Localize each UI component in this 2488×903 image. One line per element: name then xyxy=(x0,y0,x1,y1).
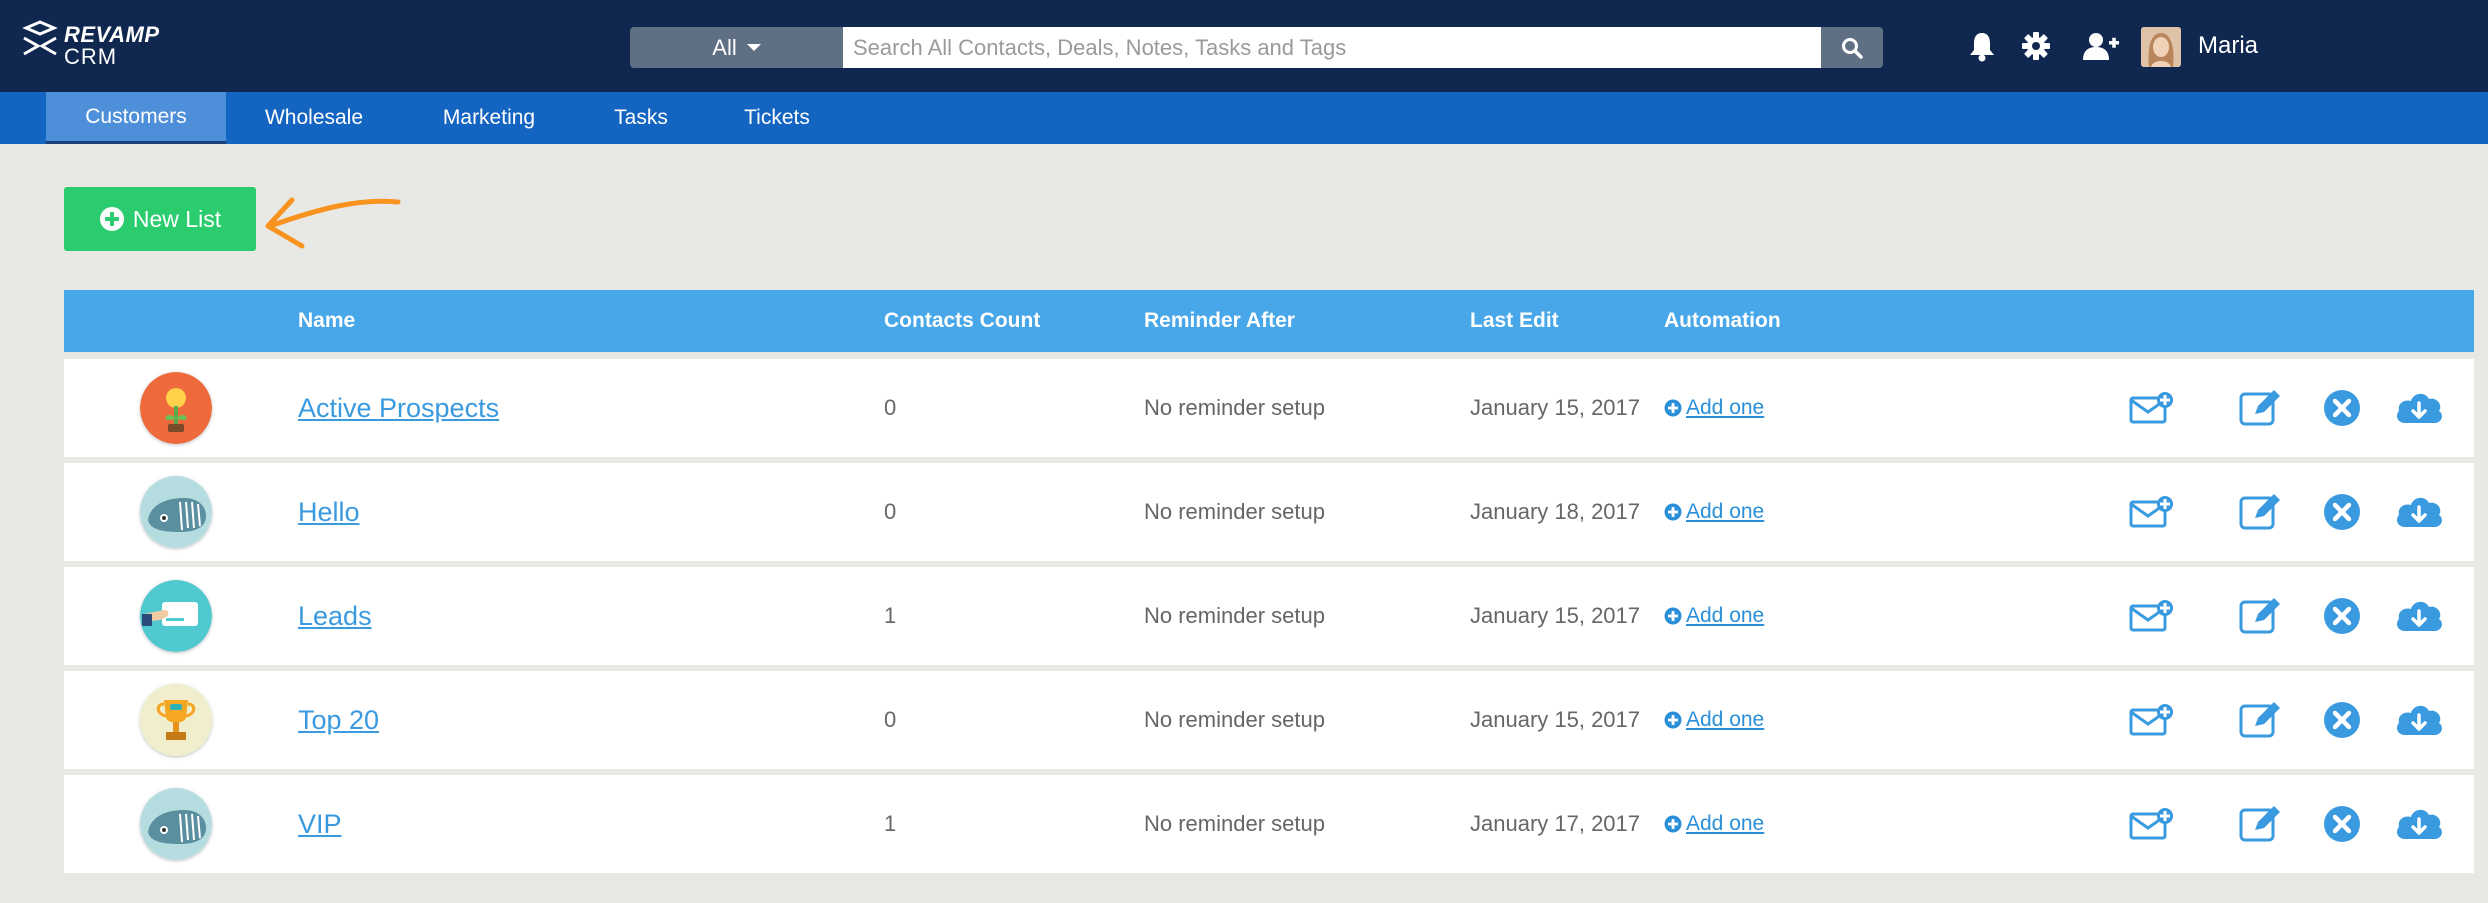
last-edit-date: January 18, 2017 xyxy=(1470,499,1641,524)
search-input[interactable] xyxy=(843,27,1821,68)
search-bar: All xyxy=(630,27,1883,68)
download-icon[interactable] xyxy=(2392,802,2446,846)
delete-icon[interactable] xyxy=(2318,594,2366,638)
contacts-count: 1 xyxy=(884,603,897,628)
reminder-status: No reminder setup xyxy=(1144,603,1325,628)
add-automation-link[interactable]: Add one xyxy=(1664,604,1764,628)
tab-tasks[interactable]: Tasks xyxy=(604,92,678,144)
download-icon[interactable] xyxy=(2392,698,2446,742)
table-row: Leads 1 No reminder setup January 15, 20… xyxy=(64,567,2474,665)
plus-circle-icon xyxy=(1664,399,1682,417)
column-header-automation[interactable]: Automation xyxy=(1664,290,1781,352)
lightbulb-plant-icon xyxy=(140,372,212,444)
email-add-icon[interactable] xyxy=(2128,594,2176,638)
reminder-status: No reminder setup xyxy=(1144,499,1325,524)
whale-icon xyxy=(140,788,212,860)
tab-marketing[interactable]: Marketing xyxy=(428,92,550,144)
delete-icon[interactable] xyxy=(2318,386,2366,430)
delete-icon[interactable] xyxy=(2318,802,2366,846)
delete-icon[interactable] xyxy=(2318,698,2366,742)
add-automation-link[interactable]: Add one xyxy=(1664,500,1764,524)
arrow-annotation-icon xyxy=(265,197,401,249)
email-add-icon[interactable] xyxy=(2128,802,2176,846)
add-automation-label: Add one xyxy=(1686,812,1765,835)
tab-wholesale[interactable]: Wholesale xyxy=(254,92,374,144)
gear-icon[interactable] xyxy=(2016,26,2056,66)
column-header-reminder-after[interactable]: Reminder After xyxy=(1144,290,1295,352)
table-header: Name Contacts Count Reminder After Last … xyxy=(64,290,2474,352)
top-bar: REVAMP CRM All Search All Contacts, Deal… xyxy=(0,0,2488,92)
add-automation-link[interactable]: Add one xyxy=(1664,812,1764,836)
email-add-icon[interactable] xyxy=(2128,490,2176,534)
edit-icon[interactable] xyxy=(2236,386,2284,430)
list-name-link[interactable]: Active Prospects xyxy=(298,393,499,424)
contacts-count: 0 xyxy=(884,499,897,524)
plus-circle-icon xyxy=(1664,503,1682,521)
search-icon xyxy=(1842,37,1863,59)
chevron-down-icon xyxy=(746,44,761,51)
search-scope-select[interactable]: All xyxy=(630,27,843,68)
download-icon[interactable] xyxy=(2392,594,2446,638)
list-name-link[interactable]: VIP xyxy=(298,809,342,840)
search-button[interactable] xyxy=(1821,27,1883,68)
search-scope-value: All xyxy=(712,34,737,60)
add-user-icon[interactable] xyxy=(2079,26,2123,66)
list-name-link[interactable]: Top 20 xyxy=(298,705,379,736)
last-edit-date: January 15, 2017 xyxy=(1470,707,1641,732)
new-list-label: New List xyxy=(132,205,222,232)
tab-tickets[interactable]: Tickets xyxy=(734,92,820,144)
list-name-link[interactable]: Leads xyxy=(298,601,372,632)
edit-icon[interactable] xyxy=(2236,802,2284,846)
add-automation-label: Add one xyxy=(1686,500,1765,523)
list-name-link[interactable]: Hello xyxy=(298,497,360,528)
edit-icon[interactable] xyxy=(2236,698,2284,742)
table-row: VIP 1 No reminder setup January 17, 2017… xyxy=(64,775,2474,873)
email-add-icon[interactable] xyxy=(2128,386,2176,430)
plus-circle-icon xyxy=(99,207,124,231)
plus-circle-icon xyxy=(1664,815,1682,833)
edit-icon[interactable] xyxy=(2236,490,2284,534)
whale-icon xyxy=(140,476,212,548)
card-hand-icon xyxy=(140,580,212,652)
new-list-button[interactable]: New List xyxy=(64,187,256,251)
column-header-contacts-count[interactable]: Contacts Count xyxy=(884,290,1040,352)
tab-customers[interactable]: Customers xyxy=(46,92,226,144)
download-icon[interactable] xyxy=(2392,386,2446,430)
plus-circle-icon xyxy=(1664,607,1682,625)
reminder-status: No reminder setup xyxy=(1144,395,1325,420)
table-row: Active Prospects 0 No reminder setup Jan… xyxy=(64,359,2474,457)
delete-icon[interactable] xyxy=(2318,490,2366,534)
email-add-icon[interactable] xyxy=(2128,698,2176,742)
contacts-count: 1 xyxy=(884,811,897,836)
trophy-icon xyxy=(140,684,212,756)
user-name[interactable]: Maria xyxy=(2198,32,2258,60)
add-automation-link[interactable]: Add one xyxy=(1664,396,1764,420)
user-avatar[interactable] xyxy=(2141,27,2181,67)
last-edit-date: January 15, 2017 xyxy=(1470,395,1641,420)
last-edit-date: January 17, 2017 xyxy=(1470,811,1641,836)
column-header-name[interactable]: Name xyxy=(298,290,355,352)
add-automation-link[interactable]: Add one xyxy=(1664,708,1764,732)
last-edit-date: January 15, 2017 xyxy=(1470,603,1641,628)
logo-icon xyxy=(22,20,58,56)
main-nav: Customers Wholesale Marketing Tasks Tick… xyxy=(0,92,2488,144)
add-automation-label: Add one xyxy=(1686,708,1765,731)
reminder-status: No reminder setup xyxy=(1144,707,1325,732)
contacts-count: 0 xyxy=(884,707,897,732)
logo-text-bottom: CRM xyxy=(64,44,118,69)
add-automation-label: Add one xyxy=(1686,396,1765,419)
edit-icon[interactable] xyxy=(2236,594,2284,638)
table-row: Hello 0 No reminder setup January 18, 20… xyxy=(64,463,2474,561)
table-row: Top 20 0 No reminder setup January 15, 2… xyxy=(64,671,2474,769)
reminder-status: No reminder setup xyxy=(1144,811,1325,836)
contacts-count: 0 xyxy=(884,395,897,420)
bell-icon[interactable] xyxy=(1962,26,2002,66)
logo[interactable]: REVAMP CRM xyxy=(20,18,180,69)
plus-circle-icon xyxy=(1664,711,1682,729)
column-header-last-edit[interactable]: Last Edit xyxy=(1470,290,1559,352)
add-automation-label: Add one xyxy=(1686,604,1765,627)
download-icon[interactable] xyxy=(2392,490,2446,534)
